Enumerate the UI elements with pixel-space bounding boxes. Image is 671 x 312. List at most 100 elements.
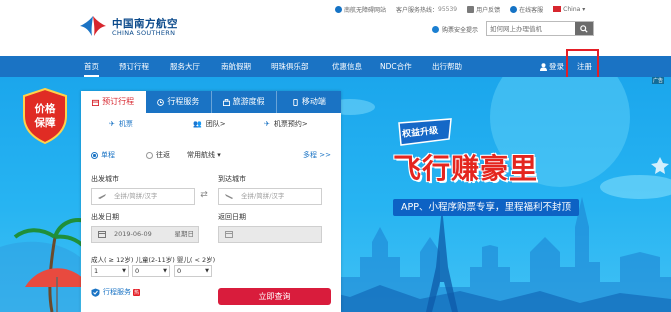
china-flag-icon [553, 6, 562, 12]
return-date-label: 返回日期 [218, 213, 246, 221]
multi-city-link[interactable]: 多程 >> [303, 150, 331, 160]
group-icon: 👥 [193, 120, 202, 128]
children-value: 0 [135, 267, 140, 275]
depart-date-value: 2019-06-09 [114, 230, 152, 238]
hot-badge: 热 [133, 288, 141, 296]
barrier-free-link[interactable]: 南航无障碍网站 [335, 5, 386, 14]
children-chevron-icon: ▼ [163, 268, 167, 274]
radio-unchecked-icon [146, 151, 153, 159]
to-city-label: 到达城市 [218, 175, 246, 183]
children-select[interactable]: 0 ▼ [132, 265, 170, 277]
one-way-radio[interactable]: 单程 [91, 150, 115, 160]
price-badge-line2: 保障 [34, 117, 56, 129]
nav-booking[interactable]: 预订行程 [119, 56, 149, 77]
safety-notice-text: 购票安全提示 [442, 27, 479, 34]
login-text: 登录 [549, 62, 564, 71]
depart-date-label: 出发日期 [91, 213, 119, 221]
calendar-icon [92, 99, 100, 106]
country-select[interactable]: China ▾ [553, 6, 585, 13]
suitcase-icon [222, 98, 230, 106]
subtab-group[interactable]: 👥 团队> [193, 119, 226, 129]
clock-icon [157, 98, 165, 106]
accessibility-icon [335, 5, 342, 13]
tab-mobile-label: 移动端 [301, 97, 326, 106]
feedback-link[interactable]: 用户反馈 [467, 5, 500, 14]
search-icon [580, 24, 588, 33]
passenger-label: 成人( ≥ 12岁) 儿童(2-11岁) 婴儿( < 2岁) [91, 256, 216, 264]
subtab-group-label: 团队> [205, 120, 226, 128]
trip-service-label: 行程服务 [103, 288, 131, 296]
frequent-route-select[interactable]: 常用航线 ▾ [187, 150, 221, 160]
kapok-logo-icon [80, 16, 106, 36]
site-header: 中国南方航空 CHINA SOUTHERN 南航无障碍网站 客户服务热线： 955… [0, 0, 671, 56]
top-links: 南航无障碍网站 客户服务热线： 95539 用户反馈 在线客服 China ▾ [335, 3, 595, 15]
nav-pearl-club[interactable]: 明珠俱乐部 [271, 56, 309, 77]
nav-offers[interactable]: 优惠信息 [332, 56, 362, 77]
price-badge-line1: 价格 [34, 103, 56, 115]
site-logo[interactable]: 中国南方航空 CHINA SOUTHERN [78, 14, 218, 42]
promo-subtitle: APP、小程序购票专享，里程福利不封顶 [393, 199, 579, 216]
adults-select[interactable]: 1 ▼ [91, 265, 129, 277]
tab-mobile[interactable]: 移动端 [277, 91, 341, 113]
calendar-date-icon [98, 231, 106, 238]
subtab-reservation[interactable]: ✈ 机票预约> [264, 119, 308, 129]
radio-checked-icon [91, 151, 98, 159]
tab-trip-service-label: 行程服务 [167, 97, 200, 106]
subtab-reservation-label: 机票预约> [273, 120, 308, 128]
shield-check-icon [91, 288, 100, 297]
frequent-route-label: 常用航线 [187, 151, 215, 159]
booking-subtabs: ✈ 机票 👥 团队> ✈ 机票预约> [81, 119, 341, 133]
mobile-phone-icon [293, 98, 298, 106]
one-way-label: 单程 [101, 151, 115, 159]
from-city-input[interactable]: 全拼/简拼/汉字 [91, 188, 195, 205]
info-icon [432, 26, 439, 33]
nav-service-hall[interactable]: 服务大厅 [170, 56, 200, 77]
ad-label: 广告 [652, 77, 665, 84]
calendar-return-icon [225, 231, 233, 238]
to-city-input[interactable]: 全拼/简拼/汉字 [218, 188, 322, 205]
user-icon [540, 62, 547, 71]
adults-value: 1 [94, 267, 99, 275]
subtab-flight[interactable]: ✈ 机票 [109, 119, 133, 129]
promo-title: 飞行赚豪里 [393, 152, 539, 185]
hotline: 客户服务热线： 95539 [396, 5, 458, 14]
round-trip-label: 往返 [156, 151, 170, 159]
tab-travel-holiday-label: 旅游度假 [232, 97, 265, 106]
search-input[interactable] [487, 22, 573, 35]
plane-reserve-icon: ✈ [264, 120, 270, 128]
to-city-placeholder: 全拼/简拼/汉字 [241, 192, 285, 200]
return-date-input[interactable] [218, 226, 322, 243]
nav-home[interactable]: 首页 [84, 56, 99, 77]
depart-date-input[interactable]: 2019-06-09 星期日 [91, 226, 199, 243]
search-flights-button[interactable]: 立即查询 [218, 288, 331, 305]
tab-book-trip[interactable]: 预订行程 [81, 91, 147, 113]
nav-holidays[interactable]: 南航假期 [221, 56, 251, 77]
booking-panel: 预订行程 行程服务 旅游度假 移动端 ✈ 机票 👥 团队> ✈ 机票预约> 单程 [81, 91, 341, 312]
depart-weekday: 星期日 [174, 230, 195, 238]
feedback-icon [467, 5, 475, 13]
round-trip-radio[interactable]: 往返 [146, 150, 170, 160]
swap-cities-icon[interactable]: ⇄ [197, 190, 211, 202]
chat-icon [510, 5, 518, 13]
booking-tabs: 预订行程 行程服务 旅游度假 移动端 [81, 91, 341, 113]
tab-travel-holiday[interactable]: 旅游度假 [212, 91, 277, 113]
price-guarantee-badge[interactable]: 价格 保障 [22, 88, 68, 144]
infants-chevron-icon: ▼ [205, 268, 209, 274]
safety-notice-link[interactable]: 购票安全提示 [432, 25, 478, 34]
adults-chevron-icon: ▼ [122, 268, 126, 274]
infants-select[interactable]: 0 ▼ [174, 265, 212, 277]
subtab-flight-label: 机票 [118, 120, 133, 128]
nav-help[interactable]: 出行帮助 [432, 56, 462, 77]
login-link[interactable]: 登录 [540, 56, 564, 77]
arrival-plane-icon [225, 194, 233, 199]
search-button[interactable] [575, 22, 593, 35]
logo-en-text: CHINA SOUTHERN [112, 29, 176, 37]
plane-icon: ✈ [109, 120, 115, 128]
chevron-down-icon: ▾ [217, 151, 221, 159]
nav-ndc[interactable]: NDC合作 [380, 56, 412, 77]
tab-trip-service[interactable]: 行程服务 [146, 91, 212, 113]
online-service-link[interactable]: 在线客服 [510, 5, 543, 14]
from-city-label: 出发城市 [91, 175, 119, 183]
trip-service-link[interactable]: 行程服务 热 [91, 287, 141, 297]
departure-plane-icon [98, 194, 106, 199]
